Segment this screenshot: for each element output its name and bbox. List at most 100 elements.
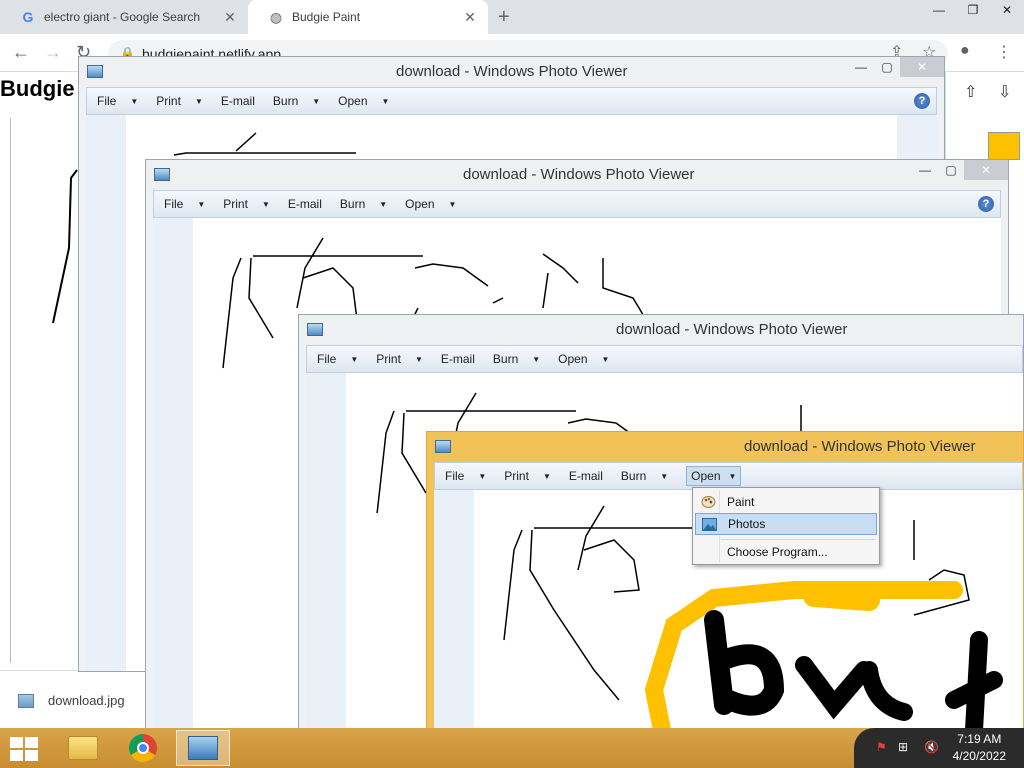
globe-icon: ◍ [269, 8, 283, 25]
dropdown-arrow-icon: ▼ [601, 354, 610, 364]
tab-google-search[interactable]: G electro giant - Google Search ✕ [0, 0, 248, 34]
taskbar-file-explorer[interactable] [56, 730, 110, 766]
viewer-menubar: File ▼ Print ▼ E-mail Burn ▼ Open ▼ ? [86, 87, 937, 115]
chrome-icon [129, 734, 157, 762]
window-titlebar[interactable]: download - Windows Photo Viewer — ▢ ✕ [146, 160, 1008, 190]
maximize-icon[interactable]: ▢ [874, 57, 900, 77]
menu-print[interactable]: Print ▼ [504, 469, 551, 483]
menu-burn[interactable]: Burn ▼ [621, 469, 668, 483]
menu-print[interactable]: Print ▼ [156, 94, 203, 108]
dropdown-arrow-icon: ▼ [197, 199, 206, 209]
window-titlebar[interactable]: download - Windows Photo Viewer — ▢ ✕ [79, 57, 944, 87]
menu-print[interactable]: Print ▼ [223, 197, 270, 211]
menu-email[interactable]: E-mail [221, 94, 255, 108]
menu-label: Print [504, 469, 529, 483]
menu-item-photos[interactable]: Photos [695, 513, 877, 535]
tab-close-icon[interactable]: ✕ [222, 9, 238, 26]
photo-viewer-icon [435, 440, 451, 453]
paint-canvas[interactable] [10, 118, 80, 663]
minimize-icon[interactable]: — [848, 57, 874, 77]
window-title: download - Windows Photo Viewer [616, 321, 848, 338]
window-titlebar[interactable]: download - Windows Photo Viewer [299, 315, 1023, 345]
window-titlebar[interactable]: download - Windows Photo Viewer [427, 432, 1023, 462]
menu-kebab-icon[interactable]: ⋮ [996, 42, 1012, 62]
menu-print[interactable]: Print ▼ [376, 352, 423, 366]
color-swatch-yellow[interactable] [988, 132, 1020, 160]
windows-start-icon[interactable] [10, 737, 38, 761]
menu-open[interactable]: Open ▼ [405, 197, 456, 211]
close-icon[interactable]: ✕ [964, 160, 1008, 180]
menu-label: File [317, 352, 337, 366]
folder-icon [68, 736, 98, 760]
restore-icon[interactable]: ❐ [956, 0, 990, 20]
upload-icon[interactable]: ⇧ [964, 82, 977, 102]
close-icon[interactable]: ✕ [900, 57, 944, 77]
page-heading: Budgie [0, 76, 75, 101]
download-icon[interactable]: ⇩ [998, 82, 1011, 102]
minimize-icon[interactable]: — [912, 160, 938, 180]
menu-email[interactable]: E-mail [441, 352, 475, 366]
tab-title: Budgie Paint [292, 10, 361, 24]
menu-item-label: Photos [728, 517, 766, 531]
clock-time: 7:19 AM [957, 732, 1002, 746]
menu-item-label: Choose Program... [727, 545, 828, 559]
system-tray: ⚑ ⊞ 🔇 7:19 AM 4/20/2022 [854, 728, 1024, 768]
menu-open[interactable]: Open ▼ [558, 352, 609, 366]
menu-burn[interactable]: Burn ▼ [273, 94, 320, 108]
viewer-menubar: File ▼ Print ▼ E-mail Burn ▼ Open ▼ ? [153, 190, 1001, 218]
menu-item-choose-program[interactable]: Choose Program... [695, 541, 877, 563]
tab-close-icon[interactable]: ✕ [462, 9, 478, 26]
menu-label: Print [376, 352, 401, 366]
download-item[interactable]: download.jpg [18, 693, 125, 708]
network-icon[interactable]: ⊞ [898, 740, 908, 754]
profile-avatar-icon[interactable]: ● [960, 42, 970, 60]
new-tab-button[interactable]: + [498, 6, 510, 29]
tab-title: electro giant - Google Search [44, 10, 201, 24]
menu-open[interactable]: Open ▼ [686, 466, 742, 486]
menu-label: Burn [272, 94, 299, 108]
window-title: download - Windows Photo Viewer [463, 166, 695, 183]
menu-burn[interactable]: Burn ▼ [340, 197, 387, 211]
menu-label: Print [156, 94, 181, 108]
browser-window-controls: — ❐ ✕ [922, 0, 1024, 20]
back-arrow-icon[interactable]: ← [12, 42, 30, 63]
download-filename: download.jpg [48, 693, 125, 708]
menu-email[interactable]: E-mail [569, 469, 603, 483]
image-file-icon [18, 693, 34, 708]
menu-label: E-mail [220, 94, 255, 108]
menu-file[interactable]: File ▼ [445, 469, 486, 483]
tab-budgie-paint[interactable]: ◍ Budgie Paint ✕ [248, 0, 488, 34]
help-icon[interactable]: ? [978, 196, 994, 212]
volume-muted-icon[interactable]: 🔇 [924, 740, 939, 754]
dropdown-arrow-icon: ▼ [350, 354, 359, 364]
window-title: download - Windows Photo Viewer [744, 438, 976, 455]
photo-viewer-icon [307, 323, 323, 336]
dropdown-arrow-icon: ▼ [194, 96, 203, 106]
photo-viewer-window-active[interactable]: download - Windows Photo Viewer File ▼ Pr… [426, 431, 1024, 734]
menu-file[interactable]: File ▼ [164, 197, 205, 211]
minimize-icon[interactable]: — [922, 0, 956, 20]
taskbar-clock[interactable]: 7:19 AM 4/20/2022 [953, 731, 1006, 765]
maximize-icon[interactable]: ▢ [938, 160, 964, 180]
menu-file[interactable]: File ▼ [317, 352, 358, 366]
menu-label: Print [223, 197, 248, 211]
dropdown-arrow-icon: ▼ [728, 471, 737, 481]
menu-burn[interactable]: Burn ▼ [493, 352, 540, 366]
menu-item-paint[interactable]: Paint [695, 491, 877, 513]
forward-arrow-icon[interactable]: → [44, 42, 62, 63]
menu-email[interactable]: E-mail [288, 197, 322, 211]
dropdown-arrow-icon: ▼ [532, 354, 541, 364]
menu-open[interactable]: Open ▼ [338, 94, 389, 108]
dropdown-arrow-icon: ▼ [478, 471, 487, 481]
window-title: download - Windows Photo Viewer [396, 63, 628, 80]
windows-taskbar: ⚑ ⊞ 🔇 7:19 AM 4/20/2022 [0, 728, 1024, 768]
close-icon[interactable]: ✕ [990, 0, 1024, 20]
dropdown-arrow-icon: ▼ [542, 471, 551, 481]
taskbar-chrome[interactable] [116, 730, 170, 766]
browser-tabstrip: G electro giant - Google Search ✕ ◍ Budg… [0, 0, 1024, 34]
menu-file[interactable]: File ▼ [97, 94, 138, 108]
flag-alert-icon[interactable]: ⚑ [876, 740, 887, 754]
menu-label: File [97, 94, 117, 108]
taskbar-photo-viewer[interactable] [176, 730, 230, 766]
help-icon[interactable]: ? [914, 93, 930, 109]
